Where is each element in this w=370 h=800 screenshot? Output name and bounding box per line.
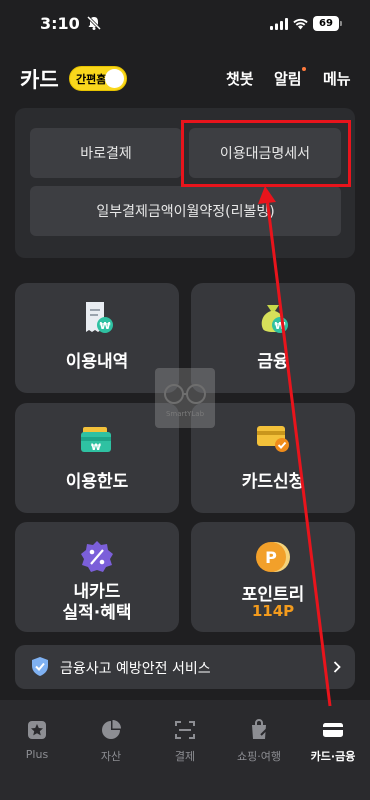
svg-text:SmartYLab: SmartYLab: [166, 410, 205, 418]
tile-finance[interactable]: ₩ 금융: [191, 283, 355, 393]
revolving-button[interactable]: 일부결제금액이월약정(리볼빙): [30, 186, 341, 236]
svg-text:₩: ₩: [91, 443, 101, 453]
chatbot-link[interactable]: 챗봇: [226, 68, 254, 89]
shield-check-icon: [32, 657, 48, 676]
bottom-nav: Plus 자산 결제 쇼핑·여행 카드·금융: [0, 700, 370, 800]
star-plus-icon: [28, 721, 46, 739]
nav-plus[interactable]: Plus: [0, 718, 74, 761]
tile-pointree[interactable]: P 포인트리 114P: [191, 522, 355, 632]
bell-off-icon: [86, 15, 102, 31]
security-service-label: 금융사고 예방안전 서비스: [60, 661, 211, 677]
percent-badge-icon: [81, 541, 113, 572]
point-coin-icon: P: [256, 542, 290, 572]
notifications-link[interactable]: 알림: [274, 68, 302, 89]
pie-chart-icon: [102, 720, 121, 739]
nav-label: 결제: [174, 750, 196, 763]
shopping-bag-icon: [252, 719, 268, 739]
menu-link[interactable]: 메뉴: [323, 68, 351, 89]
easy-home-label: 간편홈: [76, 73, 107, 86]
points-balance: 114P: [251, 602, 295, 620]
wallet-won-icon: ₩: [81, 427, 111, 453]
signal-icon: [270, 18, 288, 30]
notification-dot: [302, 67, 306, 71]
tile-card-apply[interactable]: 카드신청: [191, 403, 355, 513]
easy-home-toggle[interactable]: 간편홈: [69, 66, 127, 91]
nav-payment[interactable]: 결제: [148, 718, 222, 764]
status-bar: 3:10 69: [0, 0, 370, 48]
money-bag-won-icon: ₩: [261, 305, 288, 333]
nav-label: Plus: [25, 748, 49, 761]
tile-label: 카드신청: [241, 472, 305, 492]
card-check-icon: [257, 426, 289, 452]
security-service-banner[interactable]: 금융사고 예방안전 서비스: [15, 645, 355, 689]
nav-label: 카드·금융: [310, 750, 356, 763]
wifi-icon: [293, 18, 308, 30]
svg-text:P: P: [265, 548, 277, 567]
watermark-logo: SmartYLab: [155, 368, 215, 428]
scan-pay-icon: [175, 721, 195, 739]
battery-indicator: 69: [313, 16, 339, 31]
tile-label-line2: 실적·혜택: [62, 603, 132, 623]
svg-text:₩: ₩: [99, 321, 110, 332]
nav-label: 자산: [100, 750, 122, 763]
card-icon: [323, 723, 343, 737]
nav-label: 쇼핑·여행: [237, 750, 281, 763]
battery-tip: [340, 21, 342, 26]
tile-label: 금융: [257, 352, 289, 372]
nav-shopping-travel[interactable]: 쇼핑·여행: [222, 718, 296, 764]
page-title: 카드: [20, 68, 59, 92]
svg-text:₩: ₩: [274, 321, 285, 332]
tile-label: 이용한도: [65, 472, 129, 492]
toggle-knob: [105, 69, 124, 88]
status-time: 3:10: [40, 14, 80, 33]
direct-pay-button[interactable]: 바로결제: [30, 128, 182, 178]
receipt-won-icon: ₩: [86, 302, 113, 333]
tile-my-card-benefits[interactable]: 내카드 실적·혜택: [15, 522, 179, 632]
annotation-highlight-box: [181, 120, 351, 187]
chevron-right-icon: [333, 661, 341, 673]
tile-label-line1: 내카드: [73, 582, 121, 602]
nav-card-finance[interactable]: 카드·금융: [296, 718, 370, 764]
nav-assets[interactable]: 자산: [74, 718, 148, 764]
tile-label: 내카드 실적·혜택: [15, 582, 179, 624]
